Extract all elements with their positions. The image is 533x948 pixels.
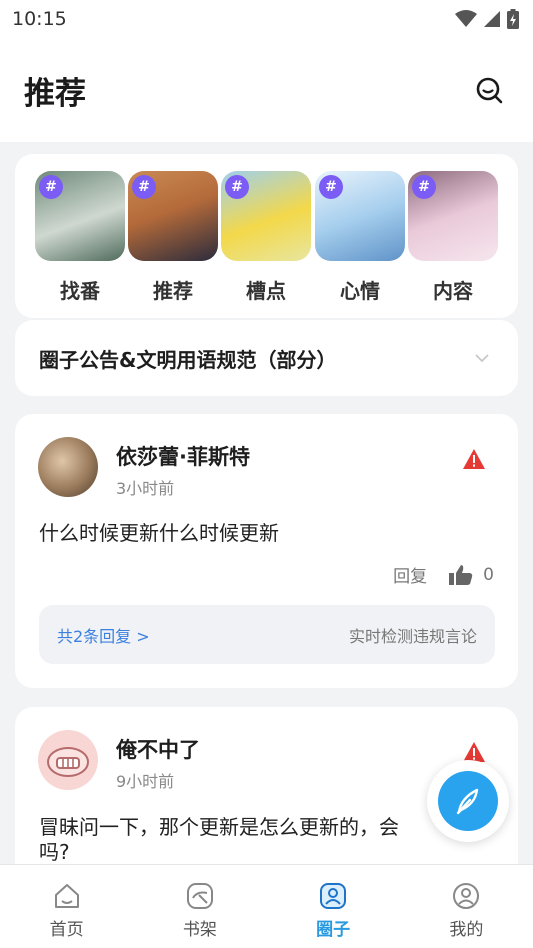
topic-label: 心情 — [340, 279, 380, 303]
topic-thumbnail: # — [221, 171, 311, 261]
tab-label: 书架 — [182, 920, 217, 940]
post-content-line: 冒昧问一下，那个更新是怎么更新的，会 — [39, 815, 399, 839]
battery-icon — [507, 9, 519, 29]
bottom-tab-bar: 首页 书架 圈子 我的 — [0, 864, 533, 948]
hashtag-badge: # — [132, 175, 156, 199]
avatar-face-icon — [47, 747, 89, 777]
topic-item[interactable]: # 心情 — [315, 171, 405, 304]
topic-item[interactable]: # 内容 — [408, 171, 498, 304]
reply-button[interactable]: 回复 — [393, 562, 427, 587]
view-replies-link[interactable]: 共2条回复 > — [57, 623, 150, 647]
topic-item[interactable]: # 推荐 — [128, 171, 218, 304]
announcement-bar[interactable]: 圈子公告&文明用语规范（部分） — [15, 320, 518, 396]
page-title: 推荐 — [24, 75, 86, 112]
avatar[interactable] — [38, 730, 98, 790]
tab-profile[interactable]: 我的 — [400, 865, 533, 948]
post-time: 9小时前 — [116, 772, 175, 791]
topic-thumbnail: # — [408, 171, 498, 261]
feather-icon — [456, 788, 479, 815]
username[interactable]: 俺不中了 — [116, 734, 200, 764]
username[interactable]: 依莎蕾·菲斯特 — [116, 441, 250, 471]
status-icons — [455, 9, 519, 29]
tab-home[interactable]: 首页 — [0, 865, 133, 948]
post-actions: 回复 0 — [393, 562, 494, 587]
topic-thumbnail: # — [315, 171, 405, 261]
hashtag-badge: # — [225, 175, 249, 199]
topic-item[interactable]: # 槽点 — [221, 171, 311, 304]
bookshelf-icon — [186, 883, 213, 909]
home-icon — [54, 884, 79, 908]
tab-label: 我的 — [449, 920, 484, 940]
post-time: 3小时前 — [116, 479, 175, 498]
post-content: 什么时候更新什么时候更新 — [39, 521, 279, 545]
search-icon — [476, 77, 503, 104]
compose-button-inner — [438, 771, 498, 831]
status-time: 10:15 — [12, 8, 67, 30]
topic-label: 内容 — [433, 279, 473, 303]
avatar[interactable] — [38, 437, 98, 497]
app-header: 推荐 — [0, 38, 533, 142]
topic-item[interactable]: # 找番 — [35, 171, 125, 304]
report-icon[interactable] — [462, 448, 486, 470]
thumbs-up-icon[interactable] — [449, 564, 473, 586]
status-bar: 10:15 — [0, 0, 533, 38]
signal-icon — [484, 11, 500, 27]
moderation-text: 实时检测违规言论 — [348, 626, 477, 646]
topic-label: 推荐 — [153, 279, 193, 303]
tab-label: 圈子 — [316, 920, 351, 940]
tab-bookshelf[interactable]: 书架 — [133, 865, 266, 948]
announcement-text: 圈子公告&文明用语规范（部分） — [39, 347, 337, 372]
post-content-line: 吗? — [39, 840, 70, 864]
compose-button[interactable] — [427, 760, 509, 842]
hashtag-badge: # — [412, 175, 436, 199]
circle-icon — [320, 883, 347, 909]
tab-label: 首页 — [49, 920, 84, 940]
topic-label: 槽点 — [246, 279, 286, 303]
chevron-down-icon — [475, 354, 489, 363]
topic-thumbnail: # — [35, 171, 125, 261]
hashtag-badge: # — [39, 175, 63, 199]
profile-icon — [453, 883, 480, 909]
topic-label: 找番 — [60, 279, 100, 303]
like-count: 0 — [483, 564, 494, 585]
wifi-icon — [455, 10, 477, 27]
replies-box[interactable]: 共2条回复 > 实时检测违规言论 — [39, 605, 495, 664]
topic-thumbnail: # — [128, 171, 218, 261]
topics-card: # 找番 # 推荐 # 槽点 # 心情 # 内容 — [15, 154, 518, 318]
post-card[interactable]: 依莎蕾·菲斯特 3小时前 什么时候更新什么时候更新 回复 0 共2条回复 > 实… — [15, 414, 518, 688]
search-button[interactable] — [471, 72, 507, 108]
tab-circle[interactable]: 圈子 — [267, 865, 400, 948]
hashtag-badge: # — [319, 175, 343, 199]
